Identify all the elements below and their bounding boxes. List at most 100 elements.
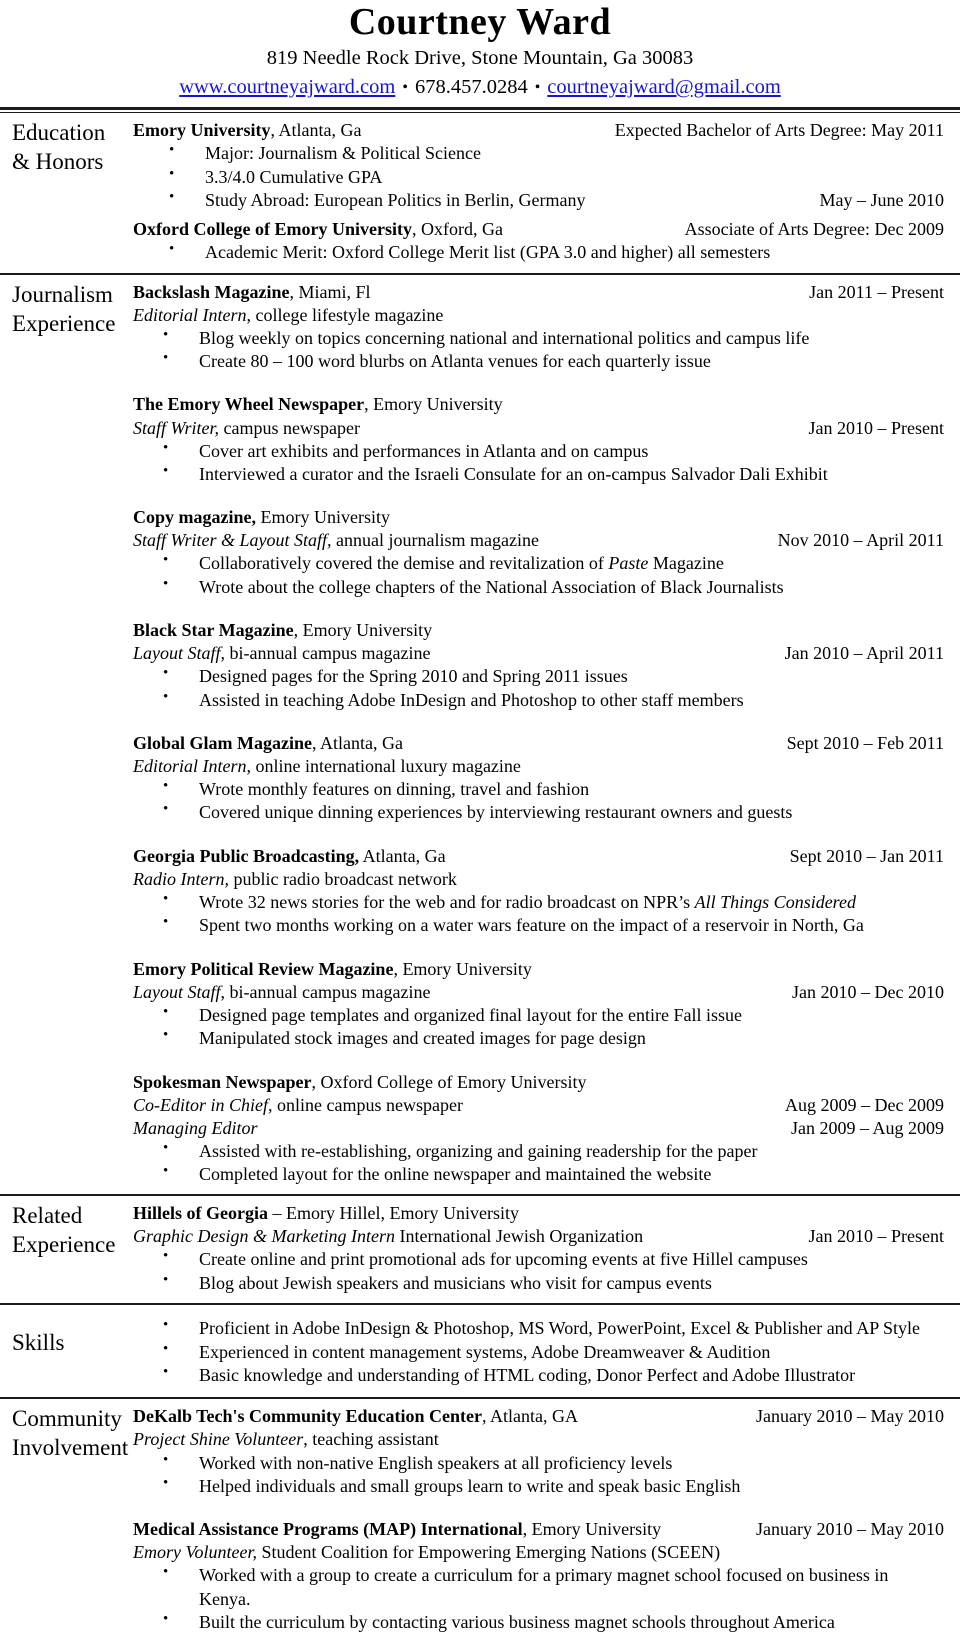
entry-role-left: Layout Staff, bi-annual campus magazine [133, 642, 773, 665]
list-item: Designed pages for the Spring 2010 and S… [133, 664, 944, 688]
entry-heading-left: Georgia Public Broadcasting, Atlanta, Ga [133, 845, 778, 868]
entry-heading: Backslash Magazine, Miami, Fl Jan 2011 –… [133, 281, 944, 304]
experience-entry: Backslash Magazine, Miami, Fl Jan 2011 –… [133, 281, 944, 374]
list-item: Assisted in teaching Adobe InDesign and … [133, 688, 944, 712]
list-item: Blog weekly on topics concerning nationa… [133, 326, 944, 350]
bullet-text-pre: Wrote 32 news stories for the web and fo… [199, 891, 695, 912]
entry-bullets: Designed page templates and organized fi… [133, 1003, 944, 1051]
entry-heading: Spokesman Newspaper, Oxford College of E… [133, 1071, 944, 1094]
role-description: Student Coalition for Empowering Emergin… [256, 1542, 721, 1563]
entry-role: Emory Volunteer, Student Coalition for E… [133, 1541, 944, 1564]
bullet-text-pre: Spent two months working on a water wars… [199, 915, 864, 936]
entry-heading-left: Medical Assistance Programs (MAP) Intern… [133, 1518, 744, 1541]
entry-bullets: Wrote monthly features on dinning, trave… [133, 777, 944, 825]
experience-entry: Spokesman Newspaper, Oxford College of E… [133, 1071, 944, 1187]
section-body-skills: Proficient in Adobe InDesign & Photoshop… [133, 1305, 960, 1397]
experience-entry: Georgia Public Broadcasting, Atlanta, Ga… [133, 845, 944, 938]
institution-location: , Atlanta, Ga [270, 120, 362, 141]
entry-role-left: Co-Editor in Chief, online campus newspa… [133, 1094, 773, 1117]
entry-date: January 2010 – May 2010 [756, 1519, 944, 1540]
address-line: 819 Needle Rock Drive, Stone Mountain, G… [266, 47, 694, 70]
institution-name: Emory University [133, 120, 271, 141]
entry-bullets: Create online and print promotional ads … [133, 1247, 944, 1295]
entry-bullets: Collaboratively covered the demise and r… [133, 551, 944, 599]
entry-role-left: Radio Intern, public radio broadcast net… [133, 868, 932, 891]
entry-heading-left: Backslash Magazine, Miami, Fl [133, 281, 797, 304]
organization-name: Georgia Public Broadcasting, [133, 845, 360, 866]
entry-bullets: Blog weekly on topics concerning nationa… [133, 326, 944, 374]
list-item: Manipulated stock images and created ima… [133, 1026, 944, 1050]
page-title: Courtney Ward [348, 1, 612, 43]
entry-role: Layout Staff, bi-annual campus magazine … [133, 642, 944, 665]
list-item: Covered unique dinning experiences by in… [133, 800, 944, 824]
entry-heading: Georgia Public Broadcasting, Atlanta, Ga… [133, 845, 944, 868]
list-item: Built the curriculum by contacting vario… [133, 1610, 944, 1634]
entry-role-left: Project Shine Volunteer, teaching assist… [133, 1428, 932, 1451]
list-item: Worked with non-native English speakers … [133, 1450, 944, 1475]
section-label-line1: Skills [12, 1330, 65, 1356]
experience-entry: Copy magazine, Emory University Staff Wr… [133, 506, 944, 599]
study-abroad-text: Study Abroad: European Politics in Berli… [205, 190, 586, 211]
role-title: Graphic Design & Marketing Intern [133, 1226, 395, 1247]
section-body-journalism: Backslash Magazine, Miami, Fl Jan 2011 –… [133, 275, 960, 1195]
entry-heading: Emory Political Review Magazine, Emory U… [133, 958, 944, 981]
entry-heading-left: The Emory Wheel Newspaper, Emory Univers… [133, 393, 932, 416]
section-label-line2: Experience [12, 310, 116, 336]
email-link[interactable]: courtneyajward@gmail.com [547, 76, 780, 98]
role-date: Nov 2010 – April 2011 [777, 530, 944, 551]
education-entry: Emory University, Atlanta, Ga Expected B… [133, 119, 944, 212]
entry-heading: DeKalb Tech's Community Education Center… [133, 1405, 944, 1428]
role-title-secondary: Managing Editor [133, 1117, 258, 1138]
entry-heading: Oxford College of Emory University, Oxfo… [133, 218, 944, 241]
entry-bullets: Cover art exhibits and performances in A… [133, 439, 944, 487]
study-abroad-date: May – June 2010 [819, 190, 945, 211]
organization-name: Emory Political Review Magazine [133, 958, 394, 979]
organization-location: Atlanta, Ga [359, 845, 446, 866]
entry-role-left: Layout Staff, bi-annual campus magazine [133, 981, 780, 1004]
skills-bullets: Proficient in Adobe InDesign & Photoshop… [133, 1316, 944, 1387]
list-item: Cover art exhibits and performances in A… [133, 439, 944, 463]
list-item: Worked with a group to create a curricul… [133, 1563, 944, 1611]
website-link[interactable]: www.courtneyajward.com [179, 76, 395, 98]
entry-role-left: Editorial Intern, online international l… [133, 755, 932, 778]
organization-location: , Emory University [393, 958, 532, 979]
bullet-text-italic: All Things Considered [694, 891, 857, 912]
section-related-experience: Related Experience Hillels of Georgia – … [0, 1196, 960, 1303]
list-item: Create 80 – 100 word blurbs on Atlanta v… [133, 349, 944, 373]
bullet-text-pre: Wrote about the college chapters of the … [199, 576, 784, 597]
degree-date: Associate of Arts Degree: Dec 2009 [684, 219, 944, 240]
section-label-line1: Related [12, 1203, 83, 1229]
entry-role: Layout Staff, bi-annual campus magazine … [133, 981, 944, 1004]
organization-location: , Oxford College of Emory University [311, 1071, 587, 1092]
list-item: Spent two months working on a water wars… [133, 913, 944, 937]
entry-heading-left: Emory University, Atlanta, Ga [133, 119, 603, 142]
entry-heading-left: Global Glam Magazine, Atlanta, Ga [133, 732, 775, 755]
entry-bullets: Assisted with re-establishing, organizin… [133, 1139, 944, 1187]
organization-location: Emory University [256, 507, 390, 528]
bullet-text-pre: Collaboratively covered the demise and r… [199, 553, 609, 574]
contact-separator-icon: • [534, 79, 541, 96]
section-label-line1: Education [12, 120, 106, 146]
list-item: Designed page templates and organized fi… [133, 1003, 944, 1027]
section-label-line2: Experience [12, 1232, 116, 1258]
role-title: Project Shine Volunteer [133, 1429, 304, 1450]
role-date-secondary: Jan 2009 – Aug 2009 [791, 1117, 944, 1138]
entry-role: Staff Writer, campus newspaper Jan 2010 … [133, 417, 944, 440]
section-label-related: Related Experience [0, 1196, 133, 1264]
experience-entry: Global Glam Magazine, Atlanta, Ga Sept 2… [133, 732, 944, 825]
entry-bullets: Worked with non-native English speakers … [133, 1450, 944, 1499]
institution-name: Oxford College of Emory University [133, 219, 412, 240]
entry-heading-left: Black Star Magazine, Emory University [133, 619, 932, 642]
entry-date: Jan 2011 – Present [809, 281, 944, 302]
entry-role-left: Graphic Design & Marketing Intern Intern… [133, 1225, 797, 1248]
list-item: Blog about Jewish speakers and musicians… [133, 1271, 944, 1295]
role-title: Co-Editor in Chief, [133, 1094, 273, 1115]
entry-date: Sept 2010 – Jan 2011 [789, 845, 944, 866]
role-description: bi-annual campus magazine [225, 643, 431, 664]
organization-name: Hillels of Georgia [133, 1203, 268, 1224]
entry-role-secondary: Managing Editor Jan 2009 – Aug 2009 [133, 1117, 944, 1140]
entry-heading-left: Copy magazine, Emory University [133, 506, 932, 529]
section-label-line2: Involvement [12, 1435, 129, 1461]
bullet-text-italic: Paste [608, 553, 649, 574]
list-item: Create online and print promotional ads … [133, 1247, 944, 1271]
